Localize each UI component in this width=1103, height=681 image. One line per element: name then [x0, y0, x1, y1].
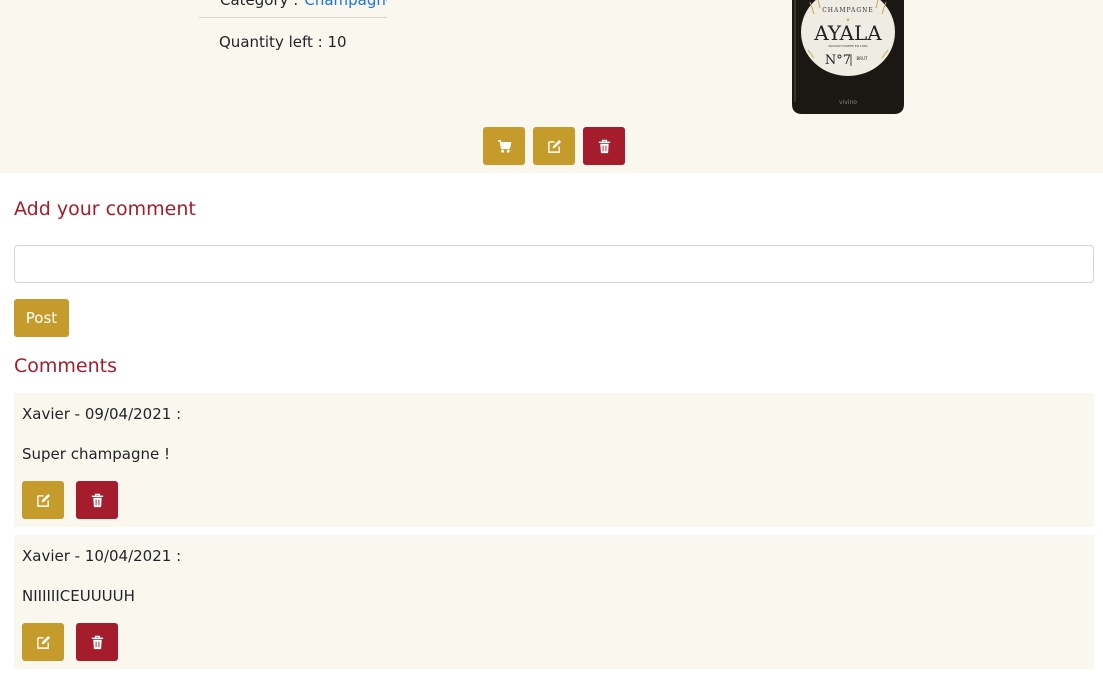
- quantity-left: Quantity left : 10: [219, 33, 347, 51]
- add-comment-heading: Add your comment: [14, 198, 196, 220]
- delete-comment-button[interactable]: [76, 623, 118, 661]
- comment-author-date: Xavier - 10/04/2021 :: [22, 547, 182, 565]
- add-to-cart-button[interactable]: [483, 127, 525, 165]
- product-actions: [483, 127, 625, 165]
- comment-text: NIIIIIICEUUUUH: [22, 587, 135, 605]
- category-row: Category : Champagne: [199, 0, 387, 9]
- bottle-variant: BRUT: [857, 56, 868, 61]
- post-comment-button[interactable]: Post: [14, 299, 69, 337]
- edit-product-button[interactable]: [533, 127, 575, 165]
- bottle-tagline: MAISON FONDÉE EN 1860: [828, 43, 867, 48]
- comment-text: Super champagne !: [22, 445, 171, 463]
- comment-author-date: Xavier - 09/04/2021 :: [22, 405, 182, 423]
- edit-icon: [547, 139, 561, 153]
- product-detail-panel: Category : Champagne Quantity left : 10 C…: [0, 0, 1103, 173]
- category-label: Category :: [220, 0, 299, 9]
- bottle-number: N°7: [825, 53, 851, 68]
- bottle-top-text: CHAMPAGNE: [822, 7, 874, 14]
- vivino-watermark: vivino: [839, 99, 857, 106]
- bottle-brand: AYALA: [813, 21, 882, 45]
- edit-comment-button[interactable]: [22, 481, 64, 519]
- delete-product-button[interactable]: [583, 127, 625, 165]
- delete-comment-button[interactable]: [76, 481, 118, 519]
- trash-icon: [598, 139, 610, 153]
- cart-icon: [497, 139, 511, 153]
- comment-actions: [22, 623, 118, 661]
- trash-icon: [91, 493, 103, 507]
- comment-actions: [22, 481, 118, 519]
- product-bottle-image: CHAMPAGNE ✦ AYALA MAISON FONDÉE EN 1860 …: [792, 0, 904, 114]
- comment-card: Xavier - 10/04/2021 : NIIIIIICEUUUUH: [14, 535, 1094, 669]
- comment-input[interactable]: [14, 245, 1094, 283]
- divider: [199, 17, 387, 18]
- comment-card: Xavier - 09/04/2021 : Super champagne !: [14, 393, 1094, 527]
- trash-icon: [91, 635, 103, 649]
- edit-icon: [36, 493, 50, 507]
- comments-heading: Comments: [14, 355, 117, 377]
- edit-icon: [36, 635, 50, 649]
- category-link[interactable]: Champagne: [304, 0, 387, 9]
- edit-comment-button[interactable]: [22, 623, 64, 661]
